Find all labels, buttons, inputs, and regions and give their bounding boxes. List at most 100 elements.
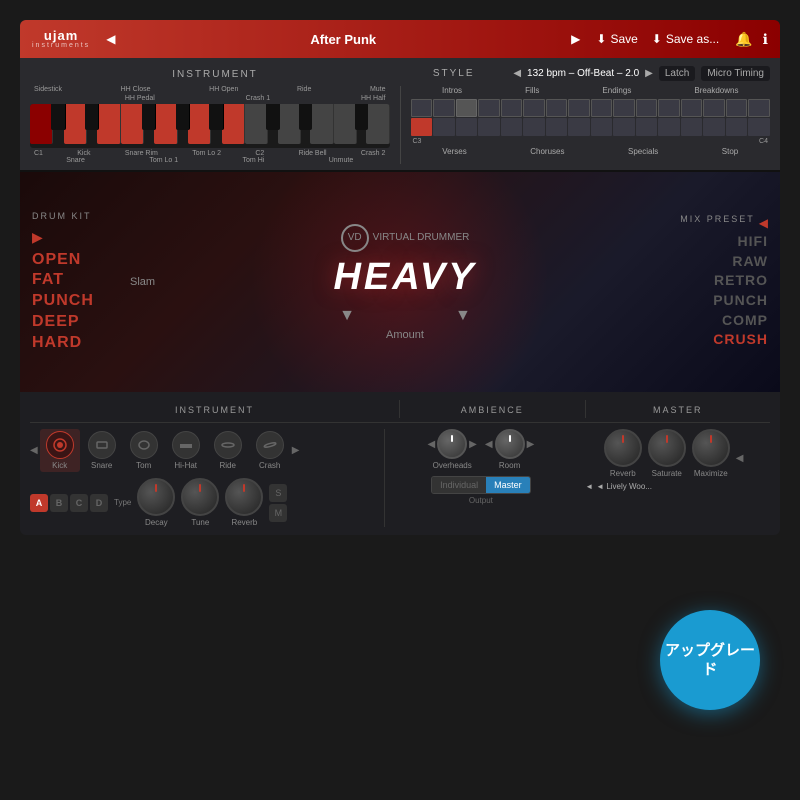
instrument-piano[interactable] [30, 104, 390, 148]
style-pad-8[interactable] [568, 99, 590, 117]
mix-raw[interactable]: RAW [662, 252, 768, 272]
piano-key-black5[interactable] [209, 104, 223, 130]
prev-preset-button[interactable]: ◀ [106, 32, 115, 46]
saturate-knob[interactable] [648, 429, 686, 467]
style-pad-b14[interactable] [703, 118, 725, 136]
room-next[interactable]: ▶ [527, 439, 535, 450]
style-pad-12[interactable] [658, 99, 680, 117]
latch-button[interactable]: Latch [659, 66, 695, 81]
mix-retro[interactable]: RETRO [662, 271, 768, 291]
left-arrow-icon[interactable]: ▼ [339, 307, 355, 325]
piano-key-black7[interactable] [299, 104, 312, 130]
overheads-knob[interactable] [437, 429, 467, 459]
style-pad-b8[interactable] [568, 118, 590, 136]
style-pad-b11[interactable] [636, 118, 658, 136]
style-pad-16[interactable] [748, 99, 770, 117]
ride-item[interactable]: Ride [208, 429, 248, 472]
piano-key-e[interactable] [97, 104, 120, 144]
type-b-button[interactable]: B [50, 494, 68, 512]
mix-hifi[interactable]: HIFI [662, 232, 768, 252]
kick-item[interactable]: Kick [40, 429, 80, 472]
style-pad-2[interactable] [433, 99, 455, 117]
style-pad-b15[interactable] [726, 118, 748, 136]
tom-item[interactable]: Tom [124, 429, 164, 472]
style-pad-7[interactable] [546, 99, 568, 117]
piano-key-black3[interactable] [142, 104, 156, 130]
bell-icon[interactable]: 🔔 [735, 31, 752, 48]
maximize-knob[interactable] [692, 429, 730, 467]
piano-key-f2[interactable] [334, 104, 357, 144]
style-pad-3[interactable] [456, 99, 478, 117]
kit-item-hard[interactable]: HARD [32, 333, 148, 354]
piano-key-black4[interactable] [176, 104, 190, 130]
kit-item-punch[interactable]: PUNCH [32, 291, 148, 312]
style-pad-b9[interactable] [591, 118, 613, 136]
style-pad-b3[interactable] [456, 118, 478, 136]
hihat-item[interactable]: Hi-Hat [166, 429, 206, 472]
piano-key-g[interactable] [154, 104, 177, 144]
right-arrow-icon[interactable]: ▼ [455, 307, 471, 325]
kit-item-open[interactable]: OPEN [32, 250, 148, 271]
style-pad-6[interactable] [523, 99, 545, 117]
mix-comp[interactable]: COMP [662, 311, 768, 331]
piano-key-f[interactable] [121, 104, 144, 144]
piano-key-black6[interactable] [266, 104, 279, 130]
piano-key-black8[interactable] [355, 104, 368, 130]
piano-key-c1[interactable] [30, 104, 53, 144]
master-button[interactable]: Master [486, 477, 530, 493]
reverb-master-knob[interactable] [604, 429, 642, 467]
type-d-button[interactable]: D [90, 494, 108, 512]
type-c-button[interactable]: C [70, 494, 88, 512]
style-pad-b13[interactable] [681, 118, 703, 136]
piano-key-black2[interactable] [85, 104, 99, 130]
info-icon[interactable]: ℹ [763, 31, 768, 48]
save-button[interactable]: ⬇ Save [596, 32, 637, 46]
style-pad-14[interactable] [703, 99, 725, 117]
master-arrow[interactable]: ◀ [736, 453, 744, 464]
style-pad-b12[interactable] [658, 118, 680, 136]
style-pad-1[interactable] [411, 99, 433, 117]
instr-next-button[interactable]: ▶ [292, 445, 300, 456]
style-pad-b4[interactable] [478, 118, 500, 136]
style-pad-b7[interactable] [546, 118, 568, 136]
reverb-knob-instr[interactable] [225, 478, 263, 516]
decay-knob[interactable] [137, 478, 175, 516]
style-next-button[interactable]: ▶ [645, 68, 653, 79]
style-pad-active[interactable] [411, 118, 433, 136]
solo-button[interactable]: S [269, 484, 287, 502]
overheads-prev[interactable]: ◀ [427, 439, 435, 450]
style-pad-b6[interactable] [523, 118, 545, 136]
style-pad-9[interactable] [591, 99, 613, 117]
mix-preset-arrow[interactable]: ◀ [759, 216, 768, 230]
piano-key-g2[interactable] [366, 104, 389, 144]
style-pad-b10[interactable] [613, 118, 635, 136]
instr-prev-button[interactable]: ◀ [30, 445, 38, 456]
style-pad-b16[interactable] [748, 118, 770, 136]
piano-key-e2[interactable] [310, 104, 333, 144]
style-pad-13[interactable] [681, 99, 703, 117]
style-pad-5[interactable] [501, 99, 523, 117]
micro-timing-button[interactable]: Micro Timing [701, 66, 770, 81]
piano-key-d[interactable] [64, 104, 87, 144]
style-pad-11[interactable] [636, 99, 658, 117]
type-a-button[interactable]: A [30, 494, 48, 512]
overheads-next[interactable]: ▶ [469, 439, 477, 450]
style-pad-b5[interactable] [501, 118, 523, 136]
save-as-button[interactable]: ⬇ Save as... [652, 32, 719, 46]
tune-knob[interactable] [181, 478, 219, 516]
style-pad-10[interactable] [613, 99, 635, 117]
mix-crush[interactable]: CRUSH [662, 330, 768, 350]
play-button[interactable]: ▶ [32, 229, 148, 246]
style-pad-b2[interactable] [433, 118, 455, 136]
piano-key-a[interactable] [188, 104, 211, 144]
next-preset-button[interactable]: ▶ [571, 32, 580, 46]
room-knob[interactable] [495, 429, 525, 459]
snare-item[interactable]: Snare [82, 429, 122, 472]
crash-item[interactable]: Crash [250, 429, 290, 472]
piano-key-c2[interactable] [245, 104, 268, 144]
room-prev[interactable]: ◀ [485, 439, 493, 450]
kit-item-deep[interactable]: DEEP [32, 312, 148, 333]
individual-button[interactable]: Individual [432, 477, 486, 493]
upgrade-badge[interactable]: アップグレード [660, 610, 760, 710]
piano-key-d2[interactable] [278, 104, 301, 144]
